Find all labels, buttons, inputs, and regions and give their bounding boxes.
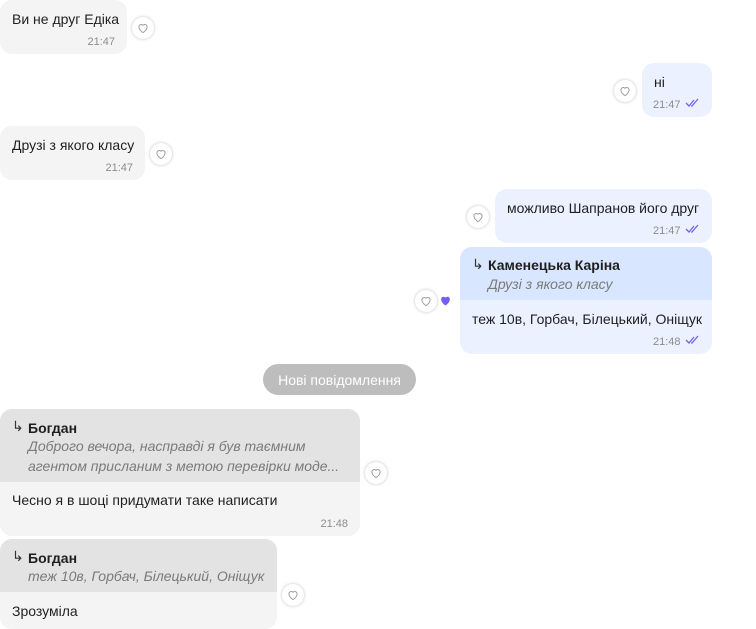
message-bubble-outgoing-reply[interactable]: ↳ Каменецька Каріна Друзі з якого класу … bbox=[460, 247, 712, 354]
message-bubble-incoming[interactable]: Друзі з якого класу 21:47 bbox=[0, 126, 145, 180]
message-time: 21:48 bbox=[653, 336, 681, 348]
new-messages-divider: Нові повідомлення bbox=[263, 364, 416, 395]
message-time: 21:47 bbox=[87, 36, 115, 48]
message-bubble-incoming[interactable]: Ви не друг Едіка 21:47 bbox=[0, 0, 127, 54]
message-time: 21:48 bbox=[320, 518, 348, 530]
reply-quote-text: агентом присланим з метою перевірки моде… bbox=[28, 458, 340, 474]
reply-quote-text: Друзі з якого класу bbox=[488, 276, 613, 292]
message-bubble-outgoing[interactable]: ні 21:47 bbox=[642, 63, 712, 117]
reply-quote-text: Доброго вечора, насправді я був таємним bbox=[28, 438, 306, 454]
reply-quote-block[interactable]: ↳ Каменецька Каріна Друзі з якого класу bbox=[460, 247, 712, 300]
message-text: Зрозуміла bbox=[12, 603, 78, 619]
reply-arrow-icon: ↳ bbox=[472, 256, 484, 272]
heart-outline-icon bbox=[371, 469, 381, 479]
message-bubble-incoming-reply[interactable]: ↳ Богдан Доброго вечора, насправді я був… bbox=[0, 409, 360, 536]
like-button[interactable] bbox=[415, 290, 437, 312]
reply-quote-block[interactable]: ↳ Богдан Доброго вечора, насправді я був… bbox=[0, 409, 360, 482]
heart-outline-icon bbox=[421, 297, 431, 307]
like-button[interactable] bbox=[365, 462, 387, 484]
heart-outline-icon bbox=[288, 591, 298, 601]
heart-outline-icon bbox=[620, 87, 630, 97]
like-button[interactable] bbox=[132, 17, 154, 39]
reply-quote-block[interactable]: ↳ Богдан теж 10в, Горбач, Білецький, Оні… bbox=[0, 539, 277, 592]
reply-arrow-icon: ↳ bbox=[12, 418, 24, 434]
message-text: Чесно я в шоці придумати таке написати bbox=[12, 492, 278, 508]
reply-author-name: Каменецька Каріна bbox=[488, 257, 620, 273]
message-time: 21:47 bbox=[105, 162, 133, 174]
message-time: 21:47 bbox=[653, 225, 681, 237]
message-text: ні bbox=[654, 74, 665, 90]
double-check-icon bbox=[685, 224, 699, 233]
reply-author-name: Богдан bbox=[28, 420, 78, 436]
reply-quote-text: теж 10в, Горбач, Білецький, Оніщук bbox=[28, 568, 265, 584]
double-check-icon bbox=[685, 335, 699, 344]
reply-arrow-icon: ↳ bbox=[12, 548, 24, 564]
like-button[interactable] bbox=[282, 584, 304, 606]
heart-filled-icon[interactable] bbox=[438, 293, 453, 308]
like-button[interactable] bbox=[467, 206, 489, 228]
message-text: теж 10в, Горбач, Білецький, Оніщук bbox=[472, 311, 703, 327]
message-text: Ви не друг Едіка bbox=[12, 11, 120, 27]
message-bubble-outgoing[interactable]: можливо Шапранов його друг 21:47 bbox=[495, 189, 712, 243]
message-time: 21:47 bbox=[653, 99, 681, 111]
reply-author-name: Богдан bbox=[28, 550, 78, 566]
message-text: можливо Шапранов його друг bbox=[507, 200, 700, 216]
heart-outline-icon bbox=[473, 213, 483, 223]
message-bubble-incoming-reply[interactable]: ↳ Богдан теж 10в, Горбач, Білецький, Оні… bbox=[0, 539, 277, 629]
like-button[interactable] bbox=[150, 143, 172, 165]
like-button[interactable] bbox=[614, 80, 636, 102]
double-check-icon bbox=[685, 98, 699, 107]
message-text: Друзі з якого класу bbox=[12, 137, 135, 153]
heart-outline-icon bbox=[138, 24, 148, 34]
heart-outline-icon bbox=[156, 150, 166, 160]
